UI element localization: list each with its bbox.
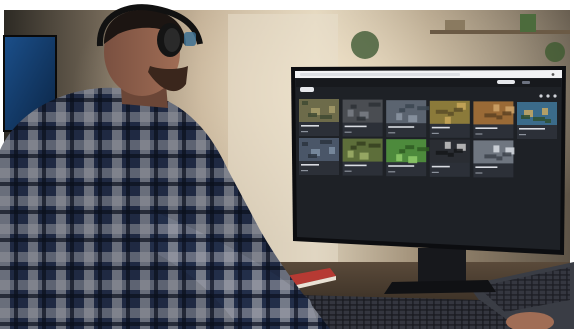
- tile-title: [301, 164, 319, 166]
- map-detail: [435, 150, 448, 155]
- map-detail: [521, 115, 530, 119]
- map-detail: [350, 145, 357, 150]
- search-input[interactable]: [497, 80, 515, 84]
- map-detail: [347, 109, 354, 117]
- map-detail: [396, 113, 403, 121]
- tile-title: [431, 165, 450, 168]
- tile-title: [301, 125, 319, 127]
- map-detail: [329, 106, 335, 113]
- tile-meta: [301, 170, 308, 172]
- tile-title: [388, 165, 415, 167]
- map-detail: [453, 107, 463, 112]
- project-tile[interactable]: [517, 102, 557, 139]
- map-detail: [447, 111, 454, 116]
- map-detail: [444, 116, 451, 124]
- map-detail: [408, 115, 418, 123]
- project-tile[interactable]: [342, 138, 383, 176]
- project-tile[interactable]: [299, 138, 339, 175]
- map-detail: [302, 142, 308, 146]
- map-detail: [405, 104, 415, 109]
- map-detail: [435, 109, 448, 114]
- map-detail: [399, 108, 406, 113]
- map-detail: [329, 147, 335, 154]
- sort-button[interactable]: [522, 81, 530, 84]
- map-detail: [320, 115, 332, 119]
- map-detail: [542, 108, 548, 115]
- map-detail: [496, 115, 503, 120]
- map-detail: [444, 141, 451, 149]
- tile-title: [475, 166, 498, 168]
- map-detail: [493, 145, 500, 153]
- project-tile[interactable]: [299, 99, 339, 136]
- map-detail: [417, 147, 430, 152]
- tile-meta: [431, 171, 439, 173]
- project-tile[interactable]: [342, 99, 383, 137]
- map-detail: [347, 150, 354, 158]
- project-tile[interactable]: [473, 140, 515, 178]
- map-detail: [356, 141, 366, 146]
- tile-title: [519, 128, 545, 130]
- tile-meta: [475, 133, 483, 135]
- settings-icon[interactable]: [553, 94, 557, 98]
- tile-title: [344, 164, 367, 167]
- map-detail: [493, 104, 500, 112]
- list-view-icon[interactable]: [546, 94, 550, 98]
- map-detail: [308, 154, 317, 158]
- map-detail: [356, 116, 366, 121]
- tile-meta: [519, 134, 526, 136]
- map-detail: [453, 148, 463, 153]
- map-detail: [399, 149, 406, 154]
- project-tile[interactable]: [429, 139, 470, 177]
- map-detail: [545, 119, 551, 123]
- map-thumbnail: [386, 100, 427, 124]
- map-detail: [533, 117, 545, 121]
- tile-meta: [475, 172, 483, 174]
- tile-meta: [301, 131, 308, 133]
- map-detail: [302, 101, 308, 105]
- map-detail: [396, 154, 403, 162]
- project-tile[interactable]: [386, 139, 430, 177]
- tile-meta: [344, 131, 352, 133]
- map-detail: [496, 156, 503, 161]
- tile-title: [388, 126, 415, 128]
- map-detail: [368, 102, 381, 107]
- menu-icon[interactable]: [551, 73, 555, 76]
- tile-meta: [388, 171, 396, 173]
- map-detail: [502, 111, 512, 116]
- map-detail: [308, 113, 317, 117]
- plant-icon: [351, 31, 379, 59]
- map-detail: [408, 156, 418, 164]
- map-detail: [447, 152, 454, 157]
- tile-title: [475, 127, 498, 129]
- tile-meta: [388, 132, 396, 134]
- map-detail: [405, 145, 415, 150]
- map-detail: [359, 152, 369, 160]
- map-detail: [417, 106, 430, 111]
- project-tile[interactable]: [386, 100, 430, 138]
- map-detail: [320, 140, 332, 144]
- tile-meta: [344, 170, 352, 172]
- map-detail: [350, 104, 357, 109]
- project-tile[interactable]: [429, 100, 470, 138]
- map-detail: [484, 154, 497, 159]
- office-photo: [0, 0, 574, 329]
- map-detail: [502, 152, 512, 157]
- monitor-stand: [418, 248, 466, 284]
- map-detail: [484, 113, 497, 118]
- grid-view-icon[interactable]: [539, 94, 543, 98]
- tile-meta: [431, 132, 439, 134]
- project-tile[interactable]: [473, 101, 515, 139]
- tile-title: [344, 125, 367, 128]
- map-detail: [368, 143, 381, 148]
- home-button[interactable]: [300, 87, 314, 92]
- tile-title: [431, 126, 450, 129]
